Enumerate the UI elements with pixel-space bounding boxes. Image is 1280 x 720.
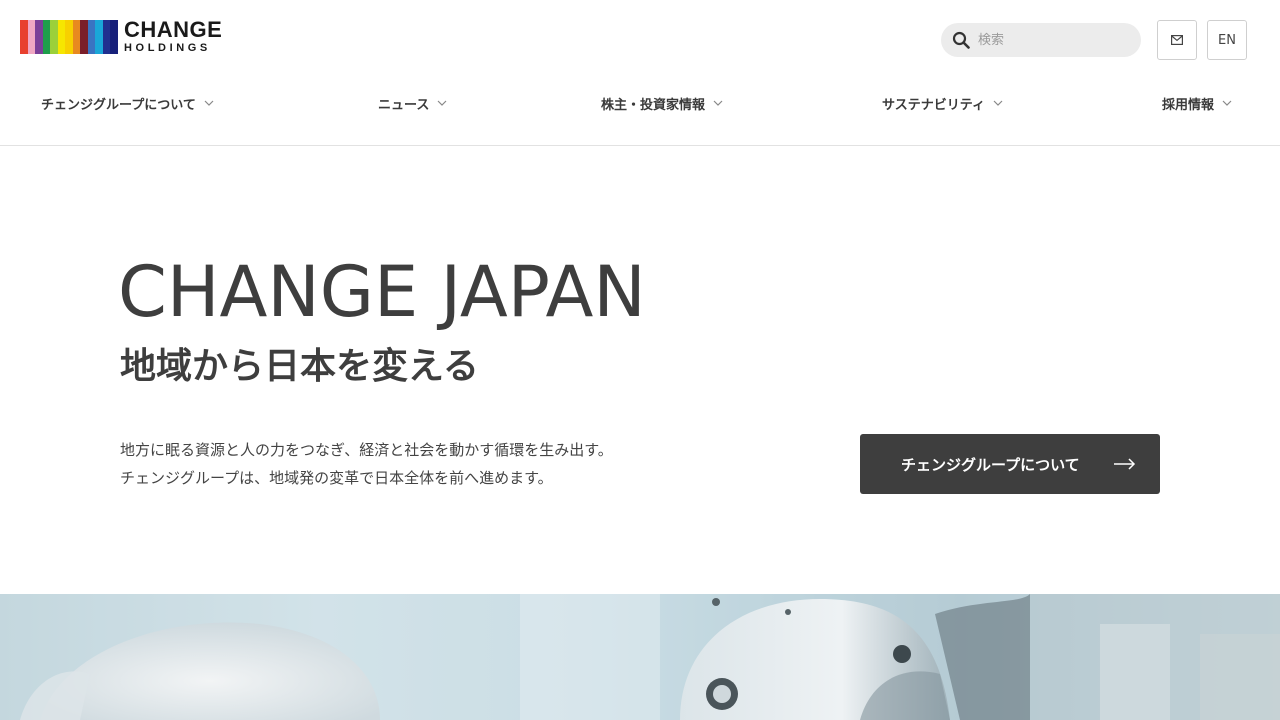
nav-item-about[interactable]: チェンジグループについて	[41, 88, 214, 118]
arrow-right-icon	[1114, 458, 1136, 470]
hero-body: 地方に眠る資源と人の力をつなぎ、経済と社会を動かす循環を生み出す。 チェンジグル…	[120, 436, 760, 492]
logo-sub-text: HOLDINGS	[124, 42, 211, 54]
change-holdings-logo[interactable]: CHANGE HOLDINGS	[20, 17, 223, 55]
nav-item-label: チェンジグループについて	[41, 97, 196, 113]
hero-body-line: チェンジグループは、地域発の変革で日本全体を前へ進めます。	[120, 469, 553, 487]
hero-image-banner	[0, 594, 1280, 720]
chevron-down-icon	[204, 100, 214, 106]
cta-label: チェンジグループについて	[901, 455, 1080, 474]
logo-stripes	[20, 20, 118, 54]
logo-stripe	[65, 20, 73, 54]
chevron-down-icon	[1222, 100, 1232, 106]
logo-stripe	[102, 20, 111, 54]
logo-stripe	[42, 20, 51, 54]
search-box[interactable]	[941, 23, 1141, 57]
logo-stripe	[95, 20, 103, 54]
mail-icon	[1171, 35, 1183, 45]
logo-stripe	[20, 20, 28, 54]
logo-stripe	[35, 20, 43, 54]
banner-illustration	[0, 594, 1280, 720]
logo-stripe	[27, 20, 36, 54]
logo-stripe	[57, 20, 66, 54]
mail-button[interactable]	[1157, 20, 1197, 60]
chevron-down-icon	[437, 100, 447, 106]
nav-item-label: 株主・投資家情報	[601, 97, 706, 113]
nav-item-news[interactable]: ニュース	[378, 88, 447, 118]
nav-item-label: 採用情報	[1162, 97, 1215, 113]
search-input[interactable]	[978, 25, 1128, 55]
logo-stripe	[50, 20, 58, 54]
logo-stripe	[110, 20, 118, 54]
nav-item-investors[interactable]: 株主・投資家情報	[601, 88, 723, 118]
about-group-button[interactable]: チェンジグループについて	[860, 434, 1160, 494]
site-header: CHANGE HOLDINGS EN チェンジグループについて ニュース	[0, 0, 1280, 146]
hero-subtitle: 地域から日本を変える	[120, 346, 479, 387]
logo-wordmark: CHANGE HOLDINGS	[124, 17, 223, 55]
hero-title: CHANGE JAPAN	[118, 251, 646, 333]
logo-stripe	[87, 20, 96, 54]
language-button[interactable]: EN	[1207, 20, 1247, 60]
global-nav: チェンジグループについて ニュース 株主・投資家情報 サステナビリティ 採用情報	[0, 88, 1280, 118]
logo-main-text: CHANGE	[124, 17, 223, 42]
logo-stripe	[80, 20, 88, 54]
hero-body-line: 地方に眠る資源と人の力をつなぎ、経済と社会を動かす循環を生み出す。	[120, 441, 613, 459]
search-icon	[952, 31, 970, 49]
nav-item-label: ニュース	[378, 97, 430, 113]
nav-item-recruit[interactable]: 採用情報	[1162, 88, 1232, 118]
chevron-down-icon	[713, 100, 723, 106]
nav-item-sustainability[interactable]: サステナビリティ	[882, 88, 1003, 118]
chevron-down-icon	[993, 100, 1003, 106]
logo-stripe	[72, 20, 81, 54]
nav-item-label: サステナビリティ	[882, 97, 985, 113]
